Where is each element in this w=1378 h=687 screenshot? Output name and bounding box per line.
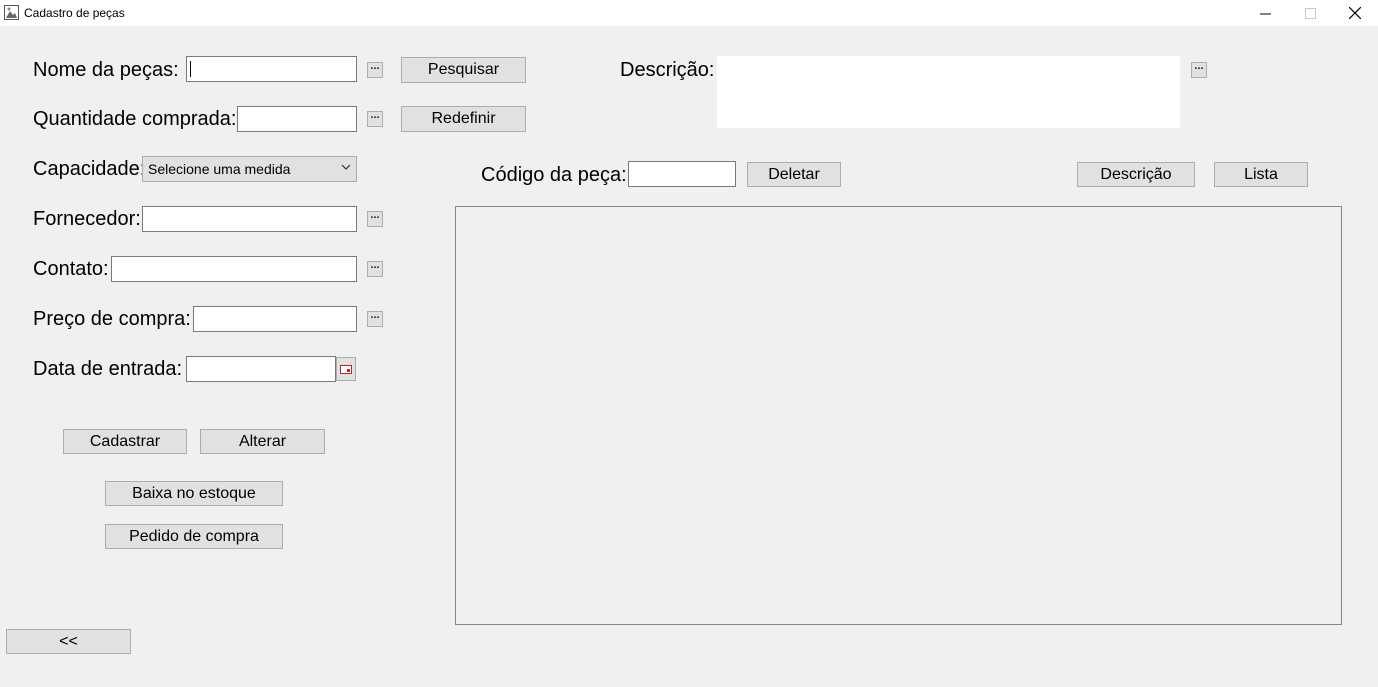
preco-input[interactable] [193, 306, 357, 332]
quantidade-label: Quantidade comprada: [33, 108, 237, 130]
close-button[interactable] [1332, 0, 1378, 26]
baixa-estoque-button[interactable]: Baixa no estoque [105, 481, 283, 506]
quantidade-ellipsis-button[interactable]: ... [367, 110, 383, 127]
minimize-icon [1259, 13, 1271, 14]
quantidade-input[interactable] [237, 106, 357, 132]
descricao-button[interactable]: Descrição [1077, 162, 1195, 187]
nome-ellipsis-button[interactable]: ... [367, 61, 383, 78]
descricao-label: Descrição: [620, 59, 715, 81]
cadastrar-button[interactable]: Cadastrar [63, 429, 187, 454]
deletar-button[interactable]: Deletar [747, 162, 841, 187]
lista-button[interactable]: Lista [1214, 162, 1308, 187]
nome-label: Nome da peças: [33, 59, 179, 81]
data-input[interactable] [186, 356, 336, 382]
preco-ellipsis-button[interactable]: ... [367, 310, 383, 327]
chevron-down-icon [341, 164, 351, 170]
back-button[interactable]: << [6, 629, 131, 654]
preco-label: Preço de compra: [33, 308, 191, 330]
fornecedor-label: Fornecedor: [33, 208, 141, 230]
pesquisar-button[interactable]: Pesquisar [401, 57, 526, 83]
app-window-icon [4, 5, 19, 20]
nome-input[interactable] [186, 56, 357, 82]
capacidade-label: Capacidade: [33, 158, 146, 180]
codigo-label: Código da peça: [481, 164, 627, 186]
window-title: Cadastro de peças [24, 6, 125, 20]
alterar-button[interactable]: Alterar [200, 429, 325, 454]
data-label: Data de entrada: [33, 358, 182, 380]
fornecedor-ellipsis-button[interactable]: ... [367, 210, 383, 227]
redefinir-button[interactable]: Redefinir [401, 106, 526, 132]
calendar-icon [340, 364, 352, 374]
title-bar: Cadastro de peças [0, 0, 1378, 26]
maximize-button[interactable] [1287, 0, 1333, 26]
text-cursor [190, 61, 191, 77]
date-picker-button[interactable] [336, 357, 356, 381]
codigo-input[interactable] [628, 161, 736, 187]
contato-label: Contato: [33, 258, 109, 280]
contato-input[interactable] [111, 256, 357, 282]
close-icon [1349, 7, 1361, 19]
descricao-ellipsis-button[interactable]: ... [1191, 61, 1207, 78]
minimize-button[interactable] [1242, 0, 1288, 26]
fornecedor-input[interactable] [142, 206, 357, 232]
capacidade-select[interactable]: Selecione uma medida [142, 156, 357, 182]
descricao-textarea[interactable] [717, 56, 1180, 128]
capacidade-selected-value: Selecione uma medida [148, 161, 291, 177]
results-list[interactable] [455, 206, 1342, 625]
maximize-icon [1304, 7, 1316, 19]
pedido-compra-button[interactable]: Pedido de compra [105, 524, 283, 549]
contato-ellipsis-button[interactable]: ... [367, 260, 383, 277]
